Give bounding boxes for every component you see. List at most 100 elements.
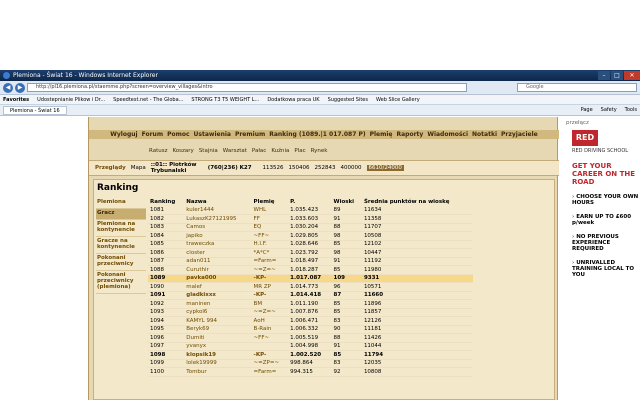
tribe-link[interactable]: =Farm= [251,257,289,266]
player-name-link[interactable]: LukaszK27121995 [184,214,252,224]
tribe-link[interactable]: BM [251,299,289,309]
ad-header[interactable]: przełącz [562,117,640,127]
tribe-link[interactable]: H.I.F. [251,240,289,249]
menu-settings[interactable]: Ustawienia [192,130,233,139]
menu-messages[interactable]: Wiadomości [425,130,470,139]
player-name-link[interactable]: KAMYL 994 [184,316,252,326]
tribe-link[interactable]: AoH [251,316,289,326]
tribe-link[interactable]: ~=Z=~ [251,265,289,275]
village-bar: Przeglądy Mapa ::01:: Piotrków Trybunals… [89,160,559,176]
favorite-link[interactable]: STRONG T3 T5 WEIGHT L... [191,97,259,103]
player-name-link[interactable]: Beryk69 [184,325,252,334]
ad-title[interactable]: GET YOUR CAREER ON THE ROAD [572,162,640,186]
ad-logo[interactable]: RED [572,130,598,146]
player-name-link[interactable]: maninen [184,299,252,309]
menu-forum[interactable]: Forum [140,130,165,139]
browser-tab[interactable]: Plemiona - Świat 16 [3,105,67,115]
ranking-menu-item[interactable]: Gracze na kontynencie [96,237,146,254]
player-name-link[interactable]: Camos [184,223,252,232]
player-name-link[interactable]: adan011 [184,257,252,266]
building-barracks[interactable]: Koszary [172,147,193,156]
player-name-link[interactable]: klopsik19 [184,350,252,360]
ranking-menu-item[interactable]: Gracz [96,209,146,220]
favorite-link[interactable]: Web Slice Gallery [376,97,420,103]
favorite-link[interactable]: Dodatkowa praca UK [267,97,319,103]
page-menu[interactable]: Page [581,107,593,113]
building-palace[interactable]: Pałac [252,147,266,156]
player-name-link[interactable]: Tombur [184,367,252,377]
tribe-link[interactable]: EQ [251,223,289,232]
points-cell: 1.029.805 [288,231,332,241]
tribe-link[interactable]: -KP- [251,291,289,300]
tribe-link[interactable]: ~FF~ [251,231,289,241]
back-icon[interactable]: ◀ [3,82,13,93]
tribe-link[interactable]: ~FF~ [251,333,289,343]
menu-friends[interactable]: Przyjaciele [499,130,540,139]
tribe-link[interactable]: B-Rain [251,325,289,334]
player-name-link[interactable]: malef [184,282,252,292]
tribe-link[interactable]: *A*C* [251,248,289,258]
player-name-link[interactable]: closter [184,248,252,258]
building-stable[interactable]: Stajnia [199,147,218,156]
forward-icon[interactable]: ▶ [15,82,25,93]
menu-premium[interactable]: Premium [233,130,267,139]
ranking-menu-item[interactable]: Pokonani przeciwnicy (plemiona) [96,271,146,294]
building-market[interactable]: Rynek [311,147,328,156]
maximize-button[interactable]: □ [611,71,623,80]
tribe-link[interactable]: FF [251,214,289,224]
menu-tribe[interactable]: Plemię [368,130,395,139]
tribe-link[interactable] [251,342,289,351]
minimize-button[interactable]: – [598,71,610,80]
player-name-link[interactable]: traweczka [184,240,252,249]
tribe-link[interactable]: ~=ZP=~ [251,359,289,368]
close-button[interactable]: ✕ [624,71,640,80]
favorite-link[interactable]: Udostepnianie Plikow i Dr... [37,97,105,103]
ranking-menu-item[interactable]: Plemiona na kontynencie [96,220,146,237]
favorites-button[interactable]: Favorites [3,97,29,103]
avg-cell: 10571 [361,282,473,292]
menu-ranking[interactable]: Ranking (1089.|1 017.087 P) [267,130,367,139]
building-square[interactable]: Plac [294,147,305,156]
tribe-link[interactable]: MR ZP [251,282,289,292]
map-link[interactable]: Mapa [131,165,146,171]
table-row: 1091 gladkixxx -KP- 1.014.418 87 11660 [148,291,473,300]
favorite-link[interactable]: Speedtest.net - The Globa... [113,97,183,103]
tools-menu[interactable]: Tools [625,107,637,113]
tribe-link[interactable]: ~=Z=~ [251,308,289,317]
building-smithy[interactable]: Kuźnia [271,147,289,156]
search-input[interactable]: Google [517,83,637,92]
ranking-menu: Plemiona Gracz Plemiona na kontynencie G… [96,198,146,294]
menu-logout[interactable]: Wyloguj [108,130,139,139]
building-workshop[interactable]: Warsztat [223,147,247,156]
safety-menu[interactable]: Safety [601,107,617,113]
tribe-link[interactable]: -KP- [251,350,289,360]
player-name-link[interactable]: japiko [184,231,252,241]
tribe-link[interactable]: -KP- [251,274,289,283]
tribe-link[interactable]: WHL [251,206,289,215]
rank-cell: 1089 [148,274,185,283]
favorite-link[interactable]: Suggested Sites [328,97,368,103]
url-input[interactable]: http://pl16.plemiona.pl/staemme.php?scre… [27,83,467,92]
main-menu: Wyloguj Forum Pomoc Ustawienia Premium R… [89,130,559,139]
iron-amount: 252843 [314,165,336,171]
menu-help[interactable]: Pomoc [165,130,191,139]
menu-notes[interactable]: Notatki [470,130,499,139]
player-name-link[interactable]: Curuthir [184,265,252,275]
building-townhall[interactable]: Ratusz [149,147,167,156]
player-name-link[interactable]: gladkixxx [184,291,252,300]
ranking-menu-item[interactable]: Pokonani przeciwnicy [96,254,146,271]
rank-cell: 1084 [148,231,185,241]
player-name-link[interactable]: cypkol6 [184,308,252,317]
player-name-link[interactable]: pavka000 [184,274,252,283]
tribe-link[interactable]: =Farm= [251,367,289,377]
player-name-link[interactable]: kuler1444 [184,206,252,215]
villages-cell: 92 [331,367,362,377]
ranking-menu-item[interactable]: Plemiona [96,198,146,209]
village-name[interactable]: ::01:: Piotrków Trybunalski [151,162,203,174]
overviews-link[interactable]: Przeglądy [95,165,126,171]
menu-reports[interactable]: Raporty [395,130,426,139]
player-name-link[interactable]: Dumiti [184,333,252,343]
rank-cell: 1100 [148,367,185,377]
player-name-link[interactable]: yvanyx [184,342,252,351]
player-name-link[interactable]: lolek19999 [184,359,252,368]
